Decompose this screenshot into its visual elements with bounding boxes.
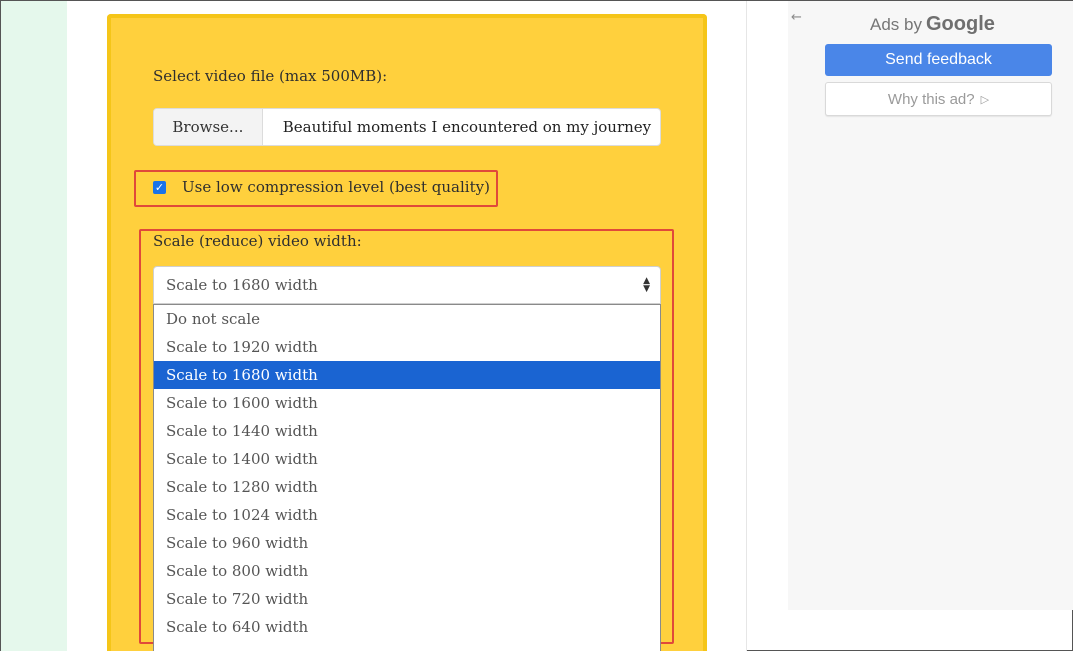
scale-option[interactable]: Do not scale <box>154 305 660 333</box>
low-compression-option[interactable]: ✓ Use low compression level (best qualit… <box>153 178 490 196</box>
arrow-left-icon[interactable]: ← <box>791 10 802 25</box>
google-logo-text: Google <box>925 13 995 35</box>
file-input-group[interactable]: Browse... Beautiful moments I encountere… <box>153 108 661 146</box>
column-divider <box>746 1 747 651</box>
send-feedback-button[interactable]: Send feedback <box>825 44 1052 76</box>
scale-option[interactable]: Scale to 960 width <box>154 529 660 557</box>
scale-option[interactable]: Scale to 1920 width <box>154 333 660 361</box>
scale-option[interactable]: Scale to 720 width <box>154 585 660 613</box>
scale-option[interactable]: Scale to 640 width <box>154 613 660 641</box>
scale-option[interactable]: Scale to 1280 width <box>154 473 660 501</box>
adchoices-icon: ▷ <box>980 92 990 106</box>
low-compression-checkbox[interactable]: ✓ <box>153 180 166 194</box>
scale-width-dropdown-list: Do not scale Scale to 1920 width Scale to … <box>153 304 661 651</box>
why-this-ad-button[interactable]: Why this ad? ▷ <box>825 82 1052 116</box>
low-compression-label: Use low compression level (best quality) <box>182 178 490 196</box>
sort-arrows-icon: ▲ ▼ <box>643 276 650 294</box>
scale-width-label: Scale (reduce) video width: <box>153 232 362 250</box>
file-select-label: Select video file (max 500MB): <box>153 67 388 85</box>
why-this-ad-label: Why this ad? <box>887 90 975 108</box>
scale-option[interactable]: Scale to 800 width <box>154 557 660 585</box>
scale-selected-value: Scale to 1680 width <box>166 276 318 294</box>
scale-option[interactable]: Scale to 1440 width <box>154 417 660 445</box>
ads-by-text: Ads by <box>870 15 922 34</box>
left-margin-strip <box>1 1 67 651</box>
selected-file-name: Beautiful moments I encountered on my jo… <box>282 118 652 136</box>
scale-option[interactable]: Scale to 1680 width <box>154 361 660 389</box>
browse-button[interactable]: Browse... <box>154 109 263 145</box>
scale-width-select[interactable]: Scale to 1680 width ▲ ▼ <box>153 266 661 304</box>
scale-option[interactable]: Scale to 1400 width <box>154 445 660 473</box>
scale-option[interactable]: Scale to 1600 width <box>154 389 660 417</box>
checkmark-icon: ✓ <box>154 180 165 194</box>
ads-by-google: Ads by Google <box>870 13 995 36</box>
scale-option[interactable]: Scale to 1024 width <box>154 501 660 529</box>
